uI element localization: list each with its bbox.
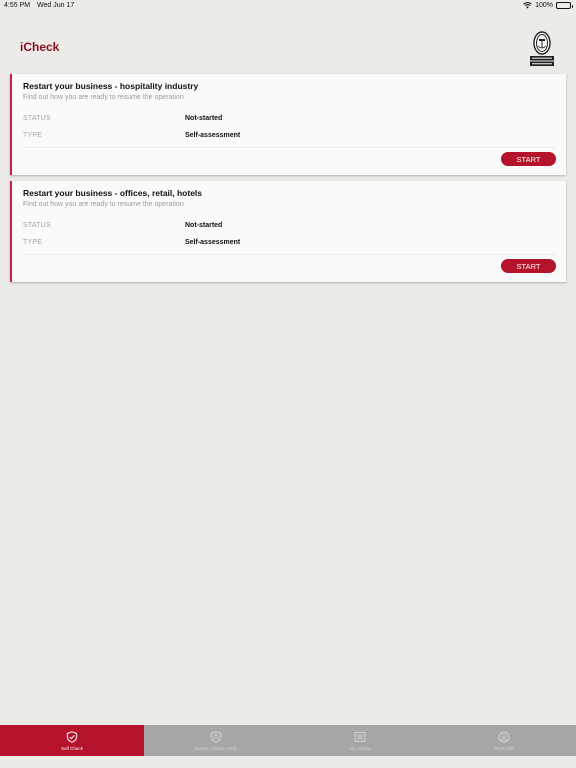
- type-value: Self-assessment: [185, 132, 241, 139]
- start-button[interactable]: START: [501, 152, 556, 166]
- tab-bureau-veritas-verify[interactable]: Bureau Veritas Verify: [144, 725, 288, 756]
- tab-my-activity[interactable]: My Activity: [288, 725, 432, 756]
- list-icon: [354, 730, 366, 742]
- app-title: iCheck: [20, 40, 60, 54]
- type-label: TYPE: [23, 239, 43, 246]
- card-divider: [23, 254, 556, 255]
- card-title: Restart your business - offices, retail,…: [23, 188, 203, 198]
- card-title: Restart your business - hospitality indu…: [23, 81, 199, 91]
- shield-check-icon: [66, 730, 78, 743]
- tab-label: Bureau Veritas Verify: [194, 746, 238, 751]
- status-date: Wed Jun 17: [37, 2, 75, 9]
- status-time: 4:55 PM: [4, 2, 31, 9]
- type-value: Self-assessment: [185, 239, 241, 246]
- card-divider: [23, 147, 556, 148]
- bureau-veritas-logo-icon: [529, 31, 555, 67]
- status-label: STATUS: [23, 222, 51, 229]
- profile-icon: [498, 730, 510, 743]
- home-indicator-area: [0, 756, 576, 768]
- app-screen: 4:55 PM Wed Jun 17 100% iCheck Restart y…: [0, 0, 576, 768]
- start-button[interactable]: START: [501, 259, 556, 273]
- status-value: Not-started: [185, 115, 223, 122]
- tab-label: My Activity: [349, 746, 371, 751]
- card-subtitle: Find out how you are ready to resume the…: [23, 94, 184, 101]
- status-right: 100%: [523, 2, 573, 9]
- shield-badge-icon: [210, 730, 222, 743]
- tab-my-profile[interactable]: My Profile: [432, 725, 576, 756]
- battery-percent: 100%: [535, 2, 553, 9]
- tab-bar: Self Check Bureau Veritas Verify My Acti…: [0, 725, 576, 756]
- status-bar: 4:55 PM Wed Jun 17 100%: [0, 0, 576, 12]
- tab-label: My Profile: [493, 746, 514, 751]
- battery-icon: [556, 2, 573, 9]
- wifi-icon: [523, 2, 532, 9]
- assessment-card-hospitality[interactable]: Restart your business - hospitality indu…: [10, 74, 566, 175]
- assessment-card-offices[interactable]: Restart your business - offices, retail,…: [10, 181, 566, 282]
- type-label: TYPE: [23, 132, 43, 139]
- status-value: Not-started: [185, 222, 223, 229]
- card-subtitle: Find out how you are ready to resume the…: [23, 201, 184, 208]
- tab-self-check[interactable]: Self Check: [0, 725, 144, 756]
- status-label: STATUS: [23, 115, 51, 122]
- tab-label: Self Check: [61, 746, 83, 751]
